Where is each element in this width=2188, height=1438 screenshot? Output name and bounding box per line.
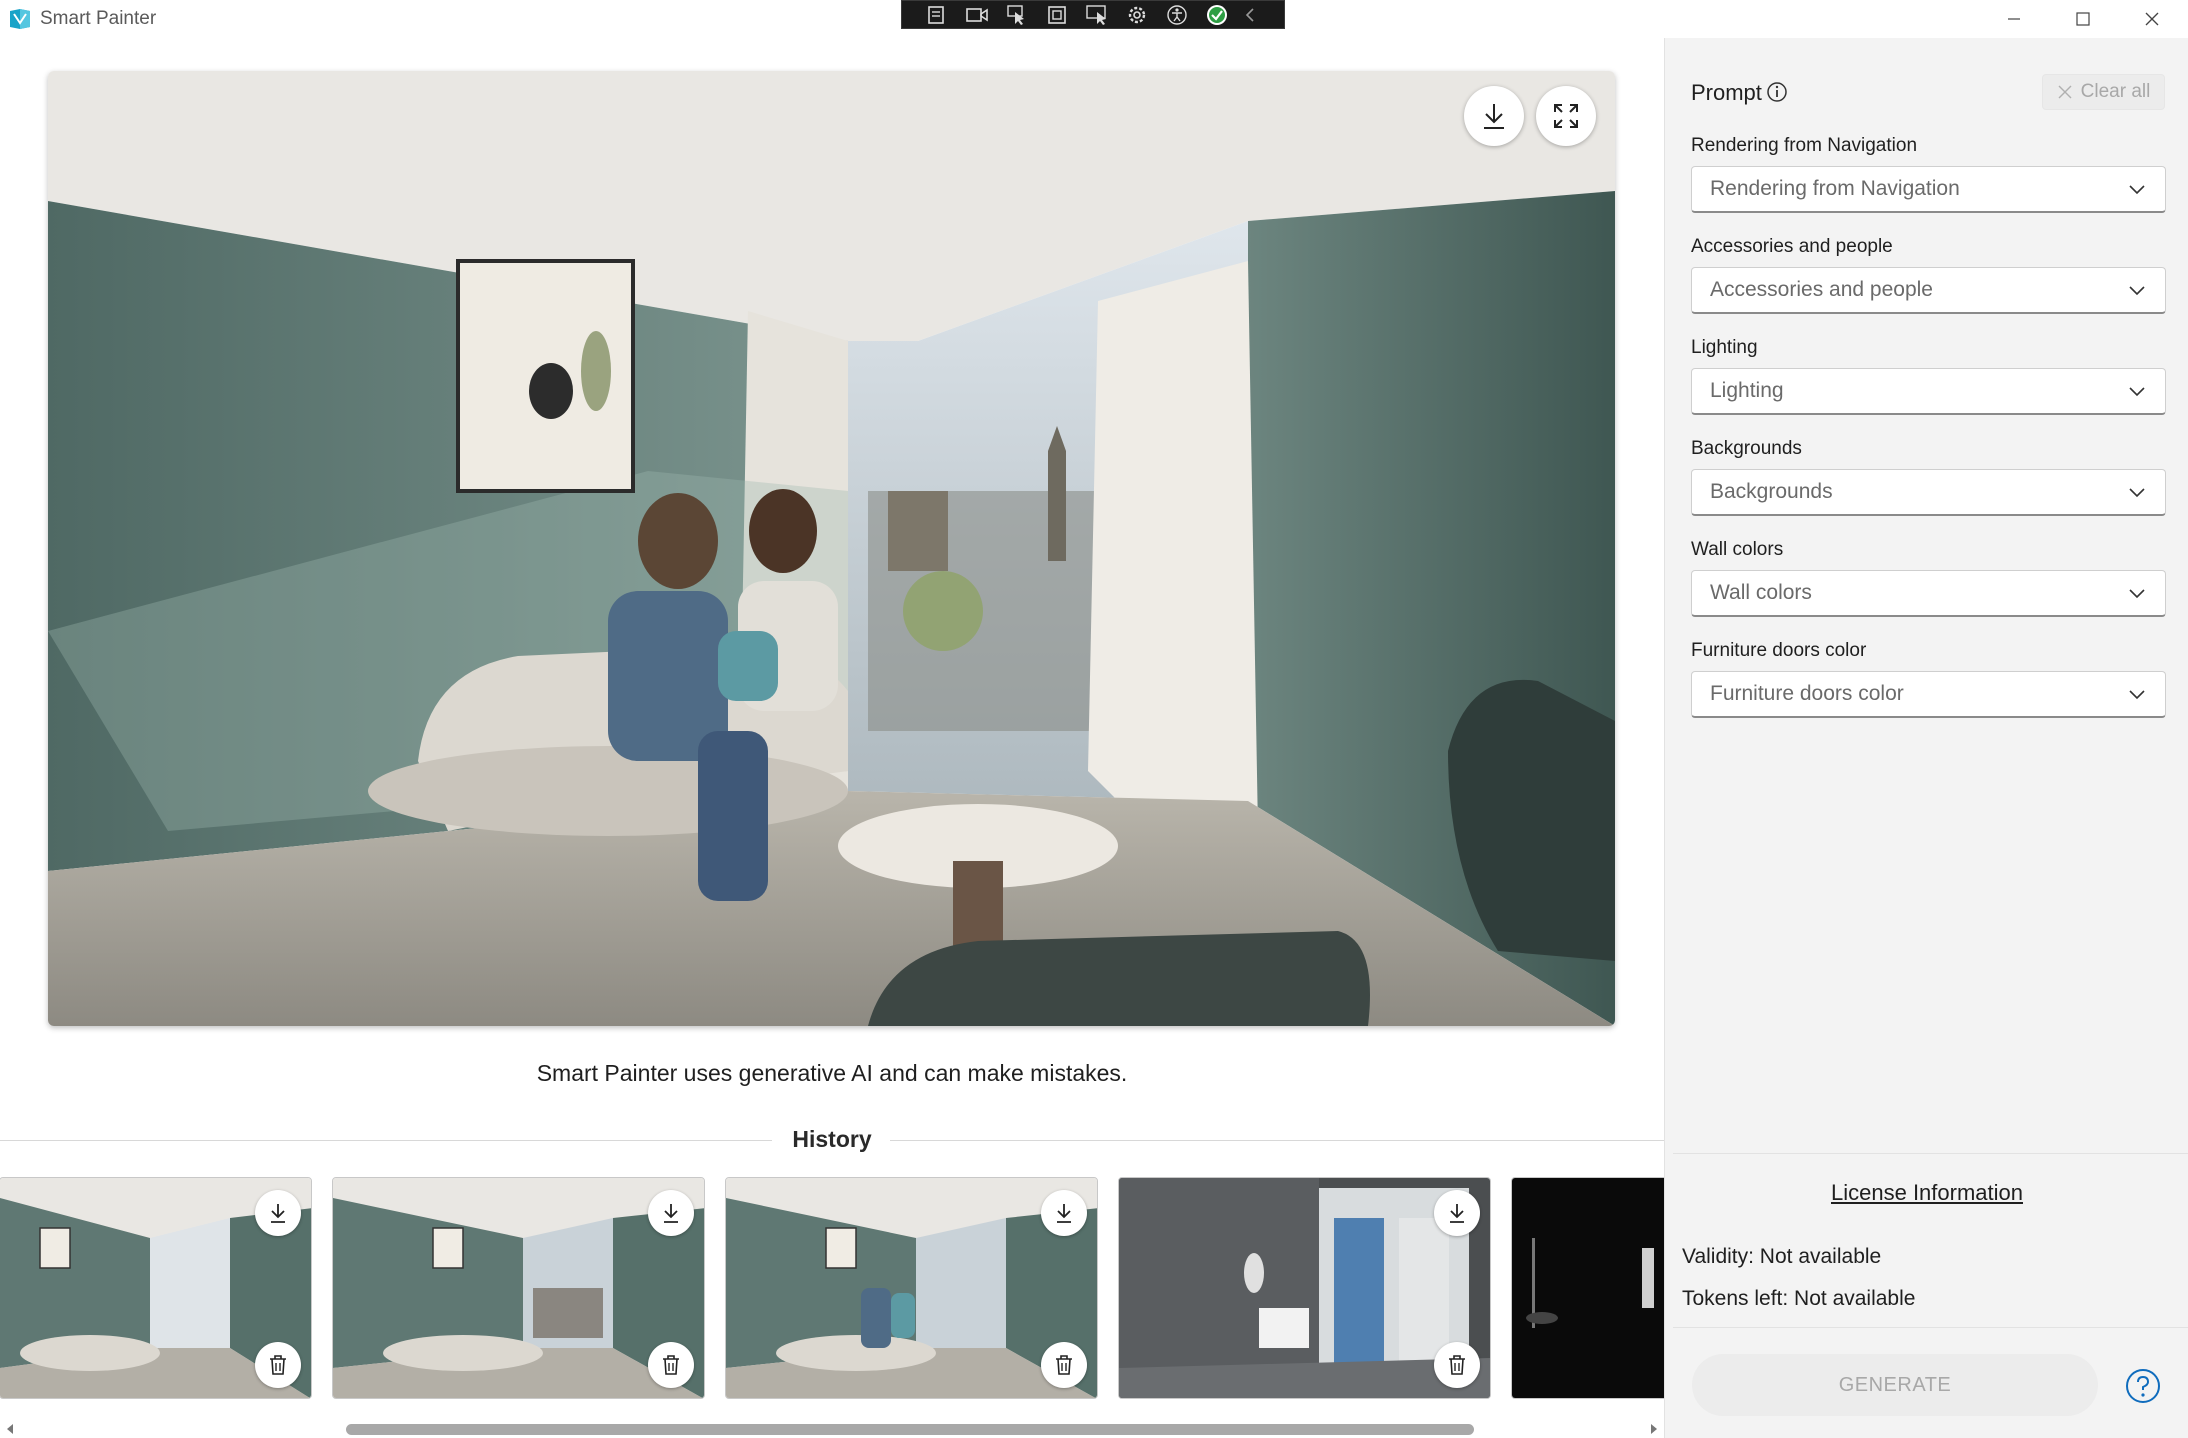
history-item[interactable]	[1511, 1177, 1664, 1399]
history-download-button[interactable]	[1434, 1190, 1480, 1236]
app-title: Smart Painter	[40, 8, 157, 29]
ai-disclaimer: Smart Painter uses generative AI and can…	[536, 1060, 1128, 1086]
clear-all-button[interactable]: Clear all	[2042, 74, 2165, 110]
history-scrollbar[interactable]	[0, 1420, 1664, 1438]
furniture-doors-select[interactable]: Furniture doors color	[1691, 671, 2166, 718]
app-logo-icon	[10, 9, 30, 29]
select-pointer-icon[interactable]	[1002, 2, 1032, 28]
backgrounds-label: Backgrounds	[1691, 438, 1802, 459]
tokens-text: Tokens left: Not available	[1682, 1287, 1916, 1310]
help-icon[interactable]	[2125, 1368, 2161, 1404]
furniture-doors-value: Furniture doors color	[1710, 682, 1904, 705]
wall-colors-label: Wall colors	[1691, 539, 1784, 560]
scrollbar-thumb[interactable]	[346, 1424, 1474, 1435]
history-strip	[0, 1177, 1664, 1399]
history-download-button[interactable]	[1041, 1190, 1087, 1236]
clear-all-label: Clear all	[2080, 81, 2151, 102]
accessories-label: Accessories and people	[1691, 236, 1893, 257]
close-icon	[2058, 85, 2072, 99]
furniture-doors-label: Furniture doors color	[1691, 640, 1867, 661]
download-icon	[664, 1204, 678, 1223]
history-delete-button[interactable]	[648, 1342, 694, 1388]
backgrounds-select[interactable]: Backgrounds	[1691, 469, 2166, 516]
floating-toolbar	[901, 0, 1285, 29]
generated-image	[48, 71, 1615, 1026]
history-item[interactable]	[1118, 1177, 1491, 1399]
history-download-button[interactable]	[648, 1190, 694, 1236]
thumbnail-bathroom-dark	[1512, 1178, 1664, 1398]
scroll-right-icon[interactable]	[1648, 1423, 1660, 1435]
maximize-button[interactable]	[2049, 0, 2117, 38]
download-icon	[1484, 104, 1504, 129]
validity-text: Validity: Not available	[1682, 1245, 1882, 1268]
lighting-select[interactable]: Lighting	[1691, 368, 2166, 415]
trash-icon	[270, 1355, 286, 1375]
history-item[interactable]	[0, 1177, 312, 1399]
prompt-label: Prompt	[1691, 80, 1762, 105]
trash-icon	[1449, 1355, 1465, 1375]
settings-gear-icon[interactable]	[1122, 2, 1152, 28]
chevron-down-icon	[2129, 488, 2145, 498]
window-capture-icon[interactable]	[1042, 2, 1072, 28]
close-button[interactable]	[2118, 0, 2186, 38]
screenshot-menu-icon[interactable]	[922, 2, 952, 28]
scroll-left-icon[interactable]	[4, 1423, 16, 1435]
rendering-select[interactable]: Rendering from Navigation	[1691, 166, 2166, 213]
screen-pointer-icon[interactable]	[1082, 2, 1112, 28]
download-icon	[1057, 1204, 1071, 1223]
footer-divider	[1673, 1327, 2188, 1328]
expand-icon	[1554, 104, 1578, 128]
rendering-value: Rendering from Navigation	[1710, 177, 1960, 200]
trash-icon	[1056, 1355, 1072, 1375]
history-delete-button[interactable]	[1434, 1342, 1480, 1388]
video-record-icon[interactable]	[962, 2, 992, 28]
accessories-value: Accessories and people	[1710, 278, 1933, 301]
status-check-icon[interactable]	[1202, 2, 1232, 28]
backgrounds-value: Backgrounds	[1710, 480, 1833, 503]
rendering-label: Rendering from Navigation	[1691, 135, 1918, 156]
history-title: History	[792, 1126, 872, 1152]
info-icon[interactable]	[1766, 81, 1788, 103]
generate-button[interactable]: GENERATE	[1692, 1354, 2098, 1416]
lighting-label: Lighting	[1691, 337, 1758, 358]
history-item[interactable]	[725, 1177, 1098, 1399]
history-delete-button[interactable]	[1041, 1342, 1087, 1388]
minimize-button[interactable]	[1980, 0, 2048, 38]
chevron-down-icon	[2129, 185, 2145, 195]
license-divider	[1673, 1153, 2188, 1154]
wall-colors-select[interactable]: Wall colors	[1691, 570, 2166, 617]
living-room-render	[48, 71, 1615, 1026]
fullscreen-button[interactable]	[1536, 86, 1596, 146]
prompt-panel: Prompt Clear all Rendering from Navigati…	[1664, 38, 2188, 1438]
download-icon	[271, 1204, 285, 1223]
lighting-value: Lighting	[1710, 379, 1784, 402]
wall-colors-value: Wall colors	[1710, 581, 1812, 604]
download-image-button[interactable]	[1464, 86, 1524, 146]
accessibility-icon[interactable]	[1162, 2, 1192, 28]
history-item[interactable]	[332, 1177, 705, 1399]
chevron-down-icon	[2129, 589, 2145, 599]
accessories-select[interactable]: Accessories and people	[1691, 267, 2166, 314]
download-icon	[1450, 1204, 1464, 1223]
chevron-down-icon	[2129, 690, 2145, 700]
history-delete-button[interactable]	[255, 1342, 301, 1388]
title-bar: Smart Painter	[0, 0, 2188, 38]
collapse-chevron-icon[interactable]	[1242, 2, 1258, 28]
trash-icon	[663, 1355, 679, 1375]
chevron-down-icon	[2129, 286, 2145, 296]
history-download-button[interactable]	[255, 1190, 301, 1236]
chevron-down-icon	[2129, 387, 2145, 397]
license-information-link[interactable]: License Information	[1665, 1180, 2188, 1206]
